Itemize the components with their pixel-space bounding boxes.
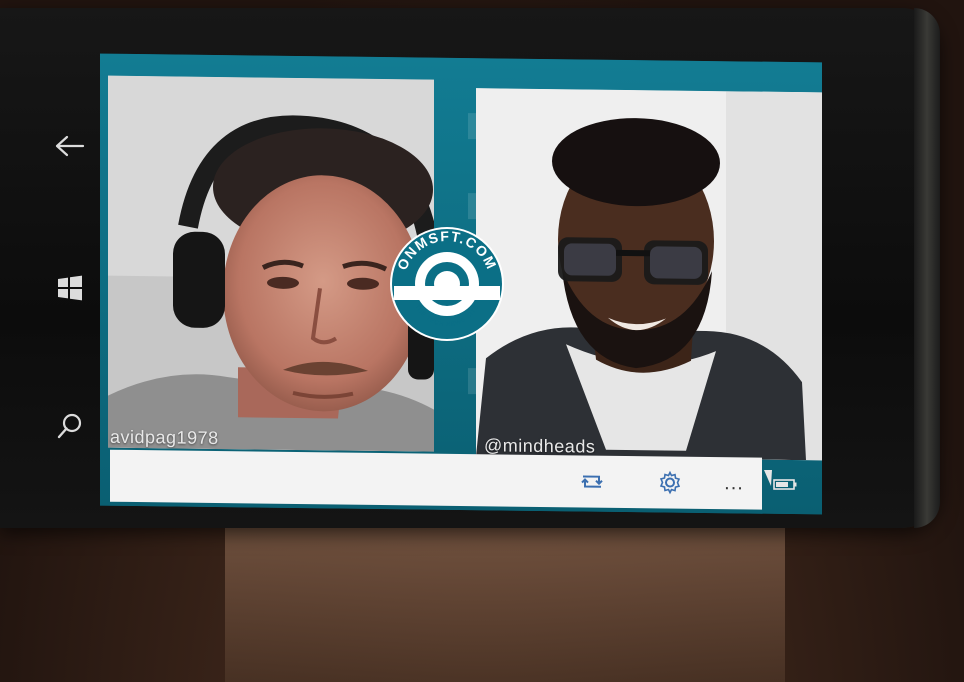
signal-icon: [764, 470, 772, 486]
photo-scene: avidpag1978 @mindheads ... ONMSFT.COM TH…: [0, 0, 964, 682]
phone-side-edge: [914, 8, 940, 528]
background-tile: [468, 113, 476, 140]
participant-right-image: [476, 88, 822, 461]
back-arrow-icon[interactable]: [50, 126, 90, 166]
more-icon[interactable]: ...: [720, 469, 748, 497]
participant-handle-left: avidpag1978: [110, 426, 219, 449]
call-toolbar: ...: [110, 449, 762, 510]
participant-video-right[interactable]: @mindheads: [476, 88, 822, 461]
participant-left-image: [108, 75, 434, 452]
search-icon[interactable]: [50, 406, 90, 446]
status-area: [762, 466, 802, 494]
hardware-nav-bar: [40, 118, 100, 458]
background-tile: [468, 368, 476, 395]
battery-icon: [773, 479, 797, 490]
phone-stand: [225, 515, 785, 682]
switch-camera-icon[interactable]: [578, 467, 606, 495]
windows-start-icon[interactable]: [50, 268, 90, 308]
settings-gear-icon[interactable]: [656, 468, 684, 496]
participant-video-left[interactable]: avidpag1978: [108, 75, 434, 452]
watermark-badge: ONMSFT.COM THE TECH NEWS SITE: [388, 225, 506, 343]
background-tile: [468, 193, 476, 220]
